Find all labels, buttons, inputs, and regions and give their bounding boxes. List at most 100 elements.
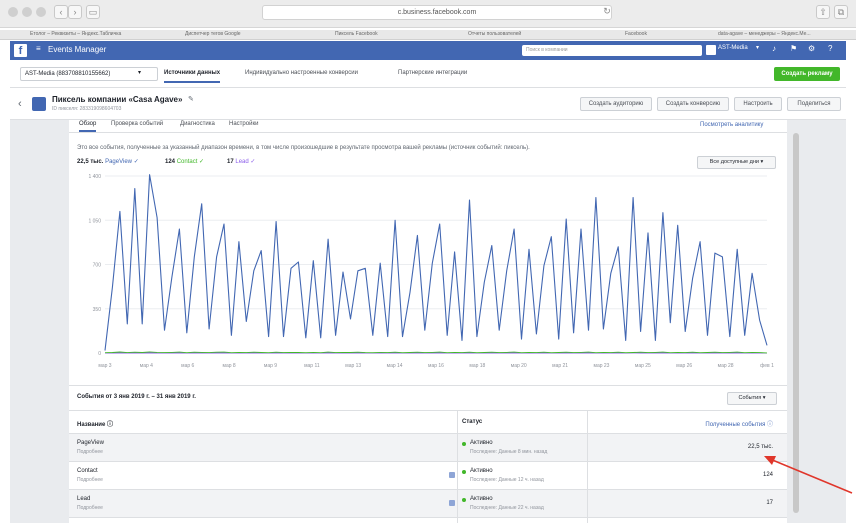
pixel-header: ‹ Пиксель компании «Casa Agave» ✎ ID пик… — [10, 89, 846, 120]
sub-navigation: AST-Media (883708810155662) ▾ Источники … — [10, 61, 846, 88]
x-tick-label: мар 25 — [635, 363, 651, 369]
tabs-icon[interactable]: ⧉ — [834, 5, 848, 19]
table-row[interactable]: Lead Подробнее Активно Последнее: Данные… — [69, 490, 787, 518]
create-audience-button[interactable]: Создать аудиторию — [580, 97, 652, 111]
tab-diagnostics[interactable]: Диагностика — [180, 121, 215, 127]
bookmarks-bar: Eтолог – Реквизиты – Яндекс.Табличка Дис… — [0, 30, 856, 40]
events-table-header: Название ⓘ Статус Полученные события ⓘ — [69, 411, 787, 434]
chart-description: Это все события, полученные за указанный… — [77, 145, 530, 151]
details-link[interactable]: Подробнее — [77, 449, 103, 455]
legend-lead[interactable]: 17 Lead ✓ — [227, 158, 255, 165]
forward-nav-icon[interactable]: › — [68, 5, 82, 19]
column-header-name[interactable]: Название ⓘ — [77, 419, 113, 428]
x-tick-label: мар 13 — [345, 363, 361, 369]
date-range-dropdown[interactable]: Все доступные дни ▾ — [697, 156, 776, 169]
reload-icon[interactable]: ↻ — [600, 5, 614, 19]
x-tick-label: мар 6 — [181, 363, 194, 369]
notifications-bell-icon[interactable]: ♪ — [772, 44, 776, 53]
facebook-logo-icon[interactable]: f — [14, 44, 27, 57]
help-icon[interactable]: ? — [828, 44, 832, 53]
app-title[interactable]: Events Manager — [48, 45, 106, 54]
bookmark-item[interactable]: Facebook — [625, 31, 647, 37]
y-tick-label: 1 050 — [88, 218, 101, 224]
search-icon[interactable]: ⌕ — [688, 45, 691, 52]
minimize-window-icon[interactable] — [22, 7, 32, 17]
status-badge: Активно — [470, 496, 493, 502]
status-badge: Активно — [470, 440, 493, 446]
chevron-down-icon: ▾ — [138, 70, 142, 76]
create-ad-button[interactable]: Создать рекламу — [774, 67, 840, 81]
bookmark-item[interactable]: Eтолог – Реквизиты – Яндекс.Табличка — [30, 31, 121, 37]
x-tick-label: мар 9 — [264, 363, 277, 369]
share-icon[interactable]: ⇧ — [816, 5, 830, 19]
details-link[interactable]: Подробнее — [77, 477, 103, 483]
column-header-status[interactable]: Статус — [462, 419, 482, 425]
bookmark-item[interactable]: Отчеты пользователей — [468, 31, 521, 37]
create-conversion-button[interactable]: Создать конверсию — [657, 97, 729, 111]
x-tick-label: мар 14 — [387, 363, 403, 369]
avatar[interactable] — [706, 45, 716, 55]
custom-event-icon — [449, 500, 455, 506]
events-line-chart: 0 350 700 1 050 1 400 мар 3 мар 4 мар 6 мар 8 мар… — [88, 174, 774, 369]
tab-partner-integrations[interactable]: Партнерские интеграции — [398, 70, 467, 76]
x-tick-label: мар 21 — [552, 363, 568, 369]
legend-contact[interactable]: 124 Contact ✓ — [165, 158, 204, 165]
tab-settings[interactable]: Настройки — [229, 121, 258, 127]
event-name[interactable]: Contact — [77, 468, 98, 474]
x-tick-label: мар 4 — [140, 363, 153, 369]
events-dropdown[interactable]: События ▾ — [727, 392, 777, 405]
bookmark-item[interactable]: data-agave – менеджеры – Яндекс.Ме... — [718, 31, 811, 37]
y-tick-label: 700 — [93, 263, 102, 269]
column-header-received[interactable]: Полученные события ⓘ — [705, 419, 773, 428]
pixel-title: Пиксель компании «Casa Agave» — [52, 95, 183, 104]
event-name[interactable]: Lead — [77, 496, 90, 502]
tab-custom-conversions[interactable]: Индивидуально настроенные конверсии — [245, 70, 358, 76]
series-line-pageview — [104, 174, 768, 351]
arrow-line — [769, 458, 853, 494]
chevron-down-icon[interactable]: ▾ — [756, 44, 759, 51]
maximize-window-icon[interactable] — [36, 7, 46, 17]
column-divider — [587, 411, 588, 523]
flag-icon[interactable]: ⚑ — [790, 44, 797, 53]
tab-overview[interactable]: Обзор — [79, 121, 97, 132]
event-name[interactable]: PageView — [77, 440, 104, 446]
gear-icon[interactable]: ⚙ — [808, 44, 815, 53]
column-divider — [457, 411, 458, 523]
last-received: Последнее: Данные 12 ч. назад — [470, 477, 544, 483]
table-row[interactable]: Contact Подробнее Активно Последнее: Дан… — [69, 462, 787, 490]
legend-pageview[interactable]: 22,5 тыс. PageView ✓ — [77, 158, 139, 165]
bookmark-item[interactable]: Пиксель Facebook — [335, 31, 378, 37]
edit-pencil-icon[interactable]: ✎ — [188, 95, 194, 103]
sidebar-toggle-icon[interactable]: ▭ — [86, 5, 100, 19]
facebook-top-bar: f ≡ Events Manager Поиск в компании ⌕ AS… — [10, 41, 846, 60]
account-name[interactable]: AST-Media — [718, 45, 748, 51]
table-row[interactable]: PageView Подробнее Активно Последнее: Да… — [69, 434, 787, 462]
back-chevron-icon[interactable]: ‹ — [18, 98, 22, 110]
last-received: Последнее: Данные 8 мин. назад — [470, 449, 548, 455]
bookmark-item[interactable]: Диспетчер тегов Google — [185, 31, 241, 37]
menu-icon[interactable]: ≡ — [36, 44, 41, 53]
details-link[interactable]: Подробнее — [77, 505, 103, 511]
x-tick-label: мар 28 — [718, 363, 734, 369]
y-tick-label: 350 — [93, 307, 102, 313]
x-tick-label: мар 16 — [428, 363, 444, 369]
pixel-id: ID пикселя: 283319098604703 — [52, 106, 122, 112]
tabs-divider — [69, 132, 787, 133]
last-received: Последнее: Данные 22 ч. назад — [470, 505, 544, 511]
custom-event-icon — [449, 472, 455, 478]
search-input[interactable]: Поиск в компании — [522, 45, 702, 56]
browser-toolbar: ‹ › ▭ c.business.facebook.com ↻ ⇧ ⧉ — [0, 0, 856, 28]
back-nav-icon[interactable]: ‹ — [54, 5, 68, 19]
address-bar[interactable]: c.business.facebook.com — [262, 5, 612, 20]
x-tick-label: мар 20 — [511, 363, 527, 369]
share-button[interactable]: Поделиться — [787, 97, 841, 111]
annotation-arrow — [764, 456, 853, 494]
setup-button[interactable]: Настроить — [734, 97, 782, 111]
view-analytics-link[interactable]: Посмотреть аналитику — [700, 122, 763, 128]
close-window-icon[interactable] — [8, 7, 18, 17]
tab-data-sources[interactable]: Источники данных — [164, 70, 221, 83]
tab-test-events[interactable]: Проверка событий — [111, 121, 163, 127]
pixel-icon — [32, 97, 46, 111]
status-dot-icon — [462, 442, 466, 446]
events-date-range-title: События от 3 янв 2019 г. – 31 янв 2019 г… — [77, 394, 196, 400]
